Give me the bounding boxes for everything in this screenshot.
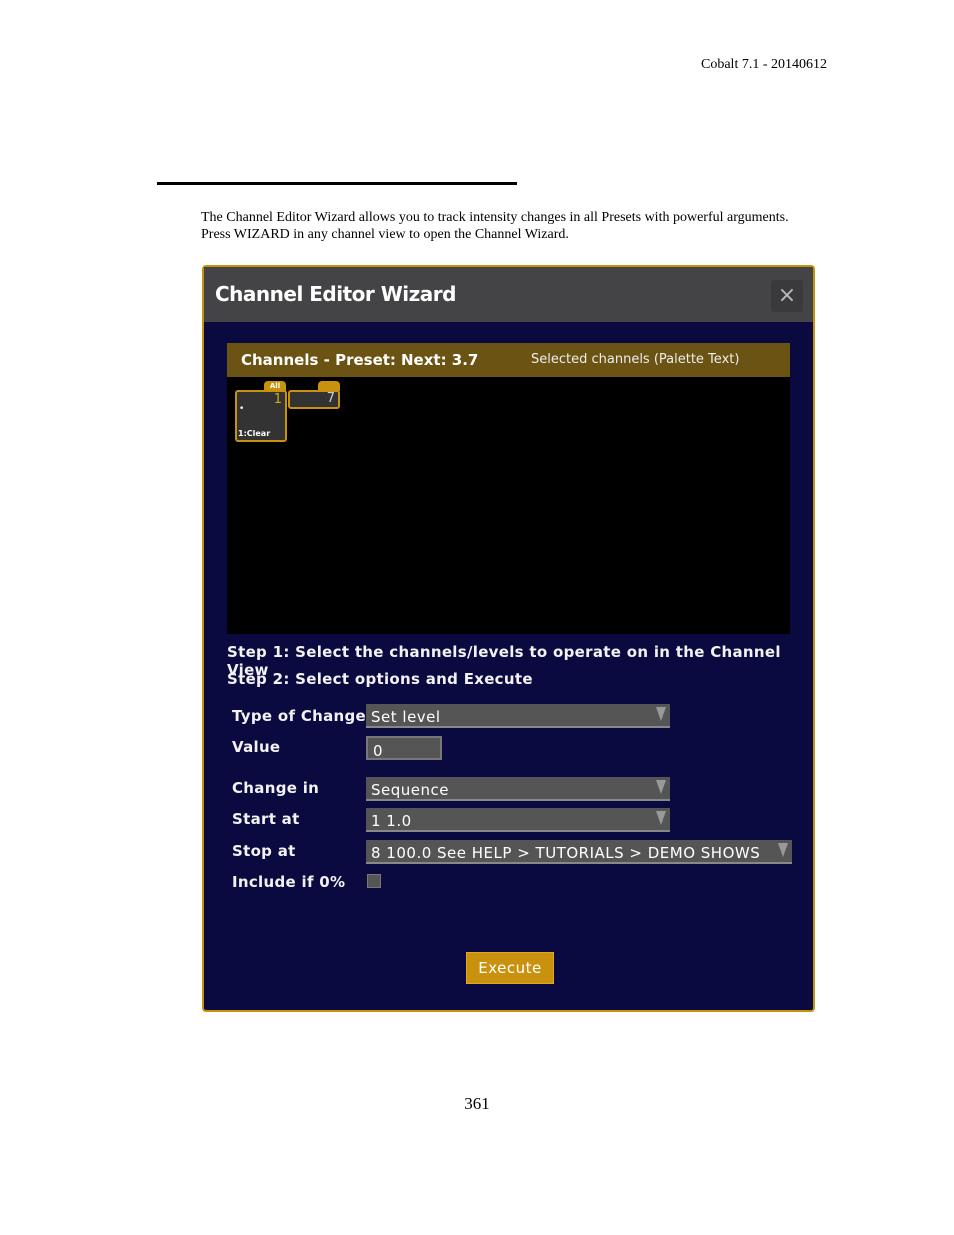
include-if-zero-label: Include if 0% bbox=[232, 873, 346, 891]
start-at-label: Start at bbox=[232, 810, 300, 828]
doc-version-header: Cobalt 7.1 - 20140612 bbox=[701, 57, 827, 72]
dialog-titlebar: Channel Editor Wizard × bbox=[204, 267, 813, 322]
value-label: Value bbox=[232, 738, 281, 756]
channel-number: 1 bbox=[273, 392, 282, 407]
chevron-down-icon bbox=[656, 707, 666, 721]
channel-view: All 1 • 1:Clear 7 bbox=[227, 377, 790, 634]
start-at-dropdown[interactable]: 1 1.0 bbox=[366, 808, 670, 832]
selected-channels-label: Selected channels (Palette Text) bbox=[531, 352, 740, 367]
next-preset: Next: 3.7 bbox=[401, 351, 479, 369]
stop-at-label: Stop at bbox=[232, 842, 296, 860]
close-icon[interactable]: × bbox=[771, 280, 803, 312]
change-in-label: Change in bbox=[232, 779, 320, 797]
channels-preset-title: Channels - Preset: bbox=[241, 351, 396, 369]
channel-editor-wizard-dialog: Channel Editor Wizard × Channels - Prese… bbox=[202, 265, 815, 1012]
intro-paragraph: The Channel Editor Wizard allows you to … bbox=[201, 210, 789, 242]
step-2-text: Step 2: Select options and Execute bbox=[227, 670, 533, 688]
dot-icon: • bbox=[239, 404, 245, 414]
section-rule bbox=[157, 182, 517, 185]
stop-at-value: 8 100.0 See HELP > TUTORIALS > DEMO SHOW… bbox=[371, 844, 761, 862]
change-in-value: Sequence bbox=[371, 781, 449, 799]
chevron-down-icon bbox=[778, 843, 788, 857]
dialog-title: Channel Editor Wizard bbox=[215, 282, 456, 306]
include-if-zero-checkbox[interactable] bbox=[367, 874, 381, 888]
type-of-change-label: Type of Change bbox=[232, 707, 367, 725]
change-in-dropdown[interactable]: Sequence bbox=[366, 777, 670, 801]
execute-button[interactable]: Execute bbox=[466, 952, 554, 984]
value-input[interactable]: 0 bbox=[366, 736, 442, 760]
document-page: Cobalt 7.1 - 20140612 The Channel Editor… bbox=[0, 0, 954, 1235]
channel-number: 7 bbox=[326, 391, 335, 406]
start-at-value: 1 1.0 bbox=[371, 812, 412, 830]
page-number: 361 bbox=[464, 1094, 490, 1113]
channel-tile-7[interactable]: 7 bbox=[288, 390, 340, 409]
channels-header: Channels - Preset: Next: 3.7 Selected ch… bbox=[227, 343, 790, 377]
chevron-down-icon bbox=[656, 780, 666, 794]
type-of-change-value: Set level bbox=[371, 708, 441, 726]
stop-at-dropdown[interactable]: 8 100.0 See HELP > TUTORIALS > DEMO SHOW… bbox=[366, 840, 792, 864]
channel-label: 1:Clear bbox=[238, 429, 271, 438]
chevron-down-icon bbox=[656, 811, 666, 825]
type-of-change-dropdown[interactable]: Set level bbox=[366, 704, 670, 728]
channel-tile-1[interactable]: 1 • 1:Clear bbox=[235, 390, 287, 442]
